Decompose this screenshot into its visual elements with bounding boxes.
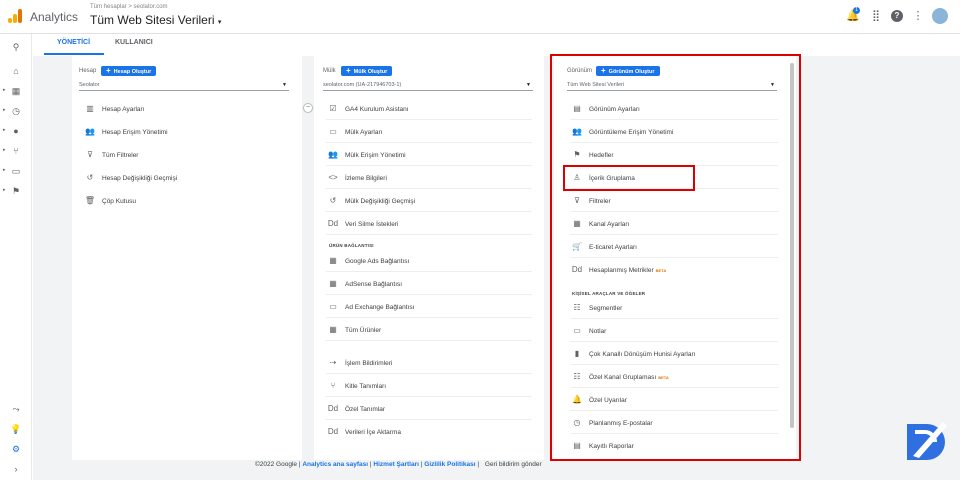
history-icon: ↺: [86, 173, 94, 182]
grid-icon: ▦: [329, 256, 337, 265]
dropdown-arrow-icon: ▼: [282, 82, 287, 88]
fork-icon: ⑂: [330, 381, 336, 390]
arrow-icon: ⇢: [329, 358, 337, 367]
product-link-item[interactable]: ▭ Ad Exchange Bağlantısı: [326, 296, 532, 318]
property-item[interactable]: Dd Veri Silme İstekleri: [326, 213, 532, 235]
window-icon: ▭: [329, 302, 337, 311]
property-item[interactable]: Dd Özel Tanımlar: [326, 398, 532, 420]
account-item[interactable]: 🗑 Çöp Kutusu: [83, 190, 289, 212]
help-icon[interactable]: ?: [891, 10, 903, 22]
notification-badge: 1: [853, 7, 860, 14]
avatar[interactable]: [932, 8, 948, 24]
checkbox-icon: ☑: [329, 104, 337, 113]
grid-icon: ▦: [329, 279, 337, 288]
property-heading: Mülk: [323, 68, 336, 74]
account-select[interactable]: Seolator ▼: [79, 81, 289, 91]
person-icon[interactable]: ●: [8, 124, 24, 138]
account-item[interactable]: ▥ Hesap Ayarları: [83, 98, 289, 120]
account-select-value: Seolator: [79, 82, 100, 88]
property-item[interactable]: Dd Verileri İçe Aktarma: [326, 421, 532, 443]
clock-icon[interactable]: ◷: [8, 104, 24, 118]
left-nav: ⚲ ⌂ ▸ ▦ ▸ ◷ ▸ ● ▸ ⑂ ▸ ▭ ▸ ⚑ ⤳ 💡 ⚙ ›: [0, 34, 32, 480]
property-item[interactable]: 👥 Mülk Erişim Yönetimi: [326, 144, 532, 166]
account-item[interactable]: ↺ Hesap Değişikliği Geçmişi: [83, 167, 289, 189]
history-icon: ↺: [329, 196, 337, 205]
dd-icon: Dd: [327, 219, 339, 228]
footer-home-link[interactable]: Analytics ana sayfası: [302, 461, 368, 468]
create-property-button[interactable]: + Mülk Oluştur: [341, 66, 393, 76]
lightbulb-icon[interactable]: 💡: [8, 422, 24, 436]
footer-separator: |: [420, 461, 423, 468]
dd-icon: Dd: [327, 404, 339, 413]
dd-icon: Dd: [327, 427, 339, 436]
property-select[interactable]: seolator.com (UA-217946703-1) ▼: [323, 81, 533, 91]
search-icon[interactable]: ⚲: [8, 40, 24, 54]
property-select-value: seolator.com (UA-217946703-1): [323, 82, 402, 88]
property-item[interactable]: ☑ GA4 Kurulum Asistanı: [326, 98, 532, 120]
create-property-label: Mülk Oluştur: [353, 69, 388, 75]
content-grouping-highlight: [563, 165, 695, 191]
property-item[interactable]: ⑂ Kitle Tanımları: [326, 375, 532, 397]
grid-icon: ▦: [329, 325, 337, 334]
dashboard-icon[interactable]: ▦: [8, 84, 24, 98]
admin-gear-icon[interactable]: ⚙: [8, 442, 24, 456]
dropdown-arrow-icon: ▼: [526, 82, 531, 88]
attribution-icon[interactable]: ⤳: [8, 402, 24, 416]
tab-user[interactable]: KULLANICI: [115, 39, 153, 46]
expand-icon[interactable]: ›: [8, 462, 24, 476]
more-vert-icon[interactable]: ⋮: [911, 9, 925, 23]
property-selector[interactable]: Tüm Web Sitesi Verileri ▾: [90, 13, 221, 27]
view-column-highlight: [550, 54, 801, 461]
footer-terms-link[interactable]: Hizmet Şartları: [373, 461, 419, 468]
app-name: Analytics: [30, 10, 79, 24]
product-link-item[interactable]: ▦ AdSense Bağlantısı: [326, 273, 532, 295]
footer: ©2022 Google | Analytics ana sayfası | H…: [255, 461, 542, 468]
chevron-down-icon: ▾: [217, 19, 222, 26]
product-link-item[interactable]: ▦ Google Ads Bağlantısı: [326, 250, 532, 272]
code-icon: <>: [328, 173, 338, 182]
footer-feedback-link[interactable]: Geri bildirim gönder: [485, 461, 542, 468]
property-item[interactable]: ↺ Mülk Değişikliği Geçmişi: [326, 190, 532, 212]
property-selector-label: Tüm Web Sitesi Verileri: [90, 13, 215, 27]
top-bar: Analytics Tüm hesaplar > seolator.com Tü…: [0, 0, 960, 34]
apps-icon[interactable]: ⣿: [869, 9, 883, 23]
footer-copyright: ©2022 Google |: [255, 461, 301, 468]
account-heading: Hesap: [79, 68, 97, 74]
tab-admin[interactable]: YÖNETİCİ: [57, 39, 90, 46]
footer-separator: |: [369, 461, 372, 468]
active-tab-indicator: [44, 53, 104, 55]
people-icon: 👥: [328, 150, 338, 159]
property-item[interactable]: ⇢ İşlem Bildirimleri: [326, 352, 532, 374]
brand-logo: [907, 422, 947, 460]
property-item[interactable]: <> İzleme Bilgileri: [326, 167, 532, 189]
footer-separator: |: [477, 461, 480, 468]
create-account-label: Hesap Oluştur: [113, 69, 152, 75]
window-icon: ▭: [329, 127, 337, 136]
filter-icon: ⊽: [87, 150, 93, 159]
property-item[interactable]: ▭ Mülk Ayarları: [326, 121, 532, 143]
footer-privacy-link[interactable]: Gizlilik Politikası: [424, 461, 475, 468]
account-item[interactable]: 👥 Hesap Erişim Yönetimi: [83, 121, 289, 143]
trash-icon: 🗑: [84, 196, 96, 205]
account-item[interactable]: ⊽ Tüm Filtreler: [83, 144, 289, 166]
people-icon: 👥: [85, 127, 95, 136]
product-link-item[interactable]: ▦ Tüm Ürünler: [326, 319, 532, 341]
flag-icon[interactable]: ⚑: [8, 184, 24, 198]
building-icon: ▥: [86, 104, 94, 113]
home-icon[interactable]: ⌂: [8, 64, 24, 78]
behavior-icon[interactable]: ▭: [8, 164, 24, 178]
acquisition-icon[interactable]: ⑂: [8, 144, 24, 158]
collapse-toggle-icon[interactable]: −: [303, 103, 313, 113]
breadcrumb[interactable]: Tüm hesaplar > seolator.com: [90, 4, 168, 10]
create-account-button[interactable]: + Hesap Oluştur: [101, 66, 157, 76]
product-linking-section: ÜRÜN BAĞLANTISI: [329, 243, 374, 248]
analytics-logo[interactable]: [8, 9, 22, 23]
